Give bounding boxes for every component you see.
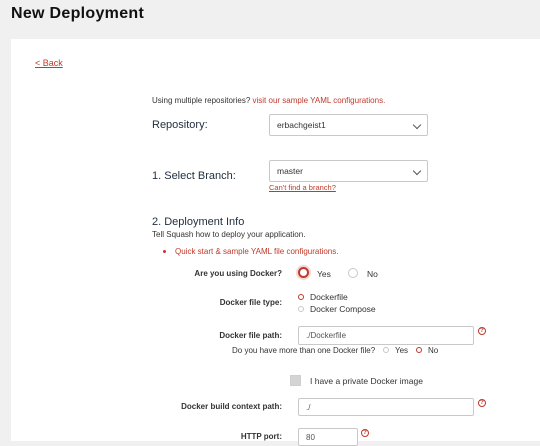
multiple-docker-question: Do you have more than one Docker file?	[232, 346, 376, 355]
chevron-down-icon	[412, 120, 422, 130]
back-link[interactable]: < Back	[35, 58, 63, 68]
docker-yes-label: Yes	[317, 269, 331, 279]
http-port-label: HTTP port:	[240, 432, 282, 441]
multi-repo-hint-text: Using multiple repositories?	[152, 96, 251, 105]
repository-select-value: erbachgeist1	[277, 120, 326, 130]
multiple-docker-yes-radio[interactable]	[383, 347, 389, 353]
cant-find-branch-link[interactable]: Can't find a branch?	[269, 183, 336, 192]
help-icon[interactable]: ?	[361, 429, 369, 437]
docker-no-label: No	[367, 269, 378, 279]
multiple-docker-yes-label: Yes	[395, 346, 409, 355]
build-context-input[interactable]: ./	[298, 398, 474, 416]
build-context-label: Docker build context path:	[181, 402, 282, 411]
docker-compose-radio[interactable]	[298, 306, 304, 312]
docker-file-type-label: Docker file type:	[219, 298, 282, 307]
deployment-info-title: 2. Deployment Info	[152, 216, 245, 228]
docker-yes-radio[interactable]	[298, 267, 309, 278]
private-image-checkbox[interactable]	[290, 375, 301, 386]
docker-compose-label: Docker Compose	[310, 304, 376, 314]
repository-label: Repository:	[152, 119, 208, 131]
multi-repo-hint: Using multiple repositories? visit our s…	[152, 96, 385, 105]
multiple-docker-no-label: No	[428, 346, 439, 355]
bullet-icon	[163, 250, 166, 253]
docker-no-radio[interactable]	[348, 268, 358, 278]
multiple-docker-no-radio[interactable]	[416, 347, 422, 353]
branch-select[interactable]: master	[269, 160, 428, 182]
page-title: New Deployment	[11, 5, 145, 22]
branch-select-value: master	[277, 166, 303, 176]
docker-question-label: Are you using Docker?	[194, 269, 282, 278]
dockerfile-label: Dockerfile	[310, 292, 348, 302]
dockerfile-radio[interactable]	[298, 294, 304, 300]
docker-file-path-input[interactable]: ./Dockerfile	[298, 326, 474, 345]
help-icon[interactable]: ?	[478, 399, 486, 407]
help-icon[interactable]: ?	[478, 327, 486, 335]
docker-file-path-label: Docker file path:	[219, 331, 282, 340]
deployment-info-description: Tell Squash how to deploy your applicati…	[152, 230, 306, 239]
quick-start-link[interactable]: Quick start & sample YAML file configura…	[175, 247, 338, 256]
chevron-down-icon	[412, 166, 422, 176]
branch-label: 1. Select Branch:	[152, 170, 236, 182]
http-port-input[interactable]: 80	[298, 428, 358, 446]
repository-select[interactable]: erbachgeist1	[269, 114, 428, 136]
sample-yaml-link[interactable]: visit our sample YAML configurations.	[253, 96, 386, 105]
private-image-label: I have a private Docker image	[310, 376, 423, 386]
